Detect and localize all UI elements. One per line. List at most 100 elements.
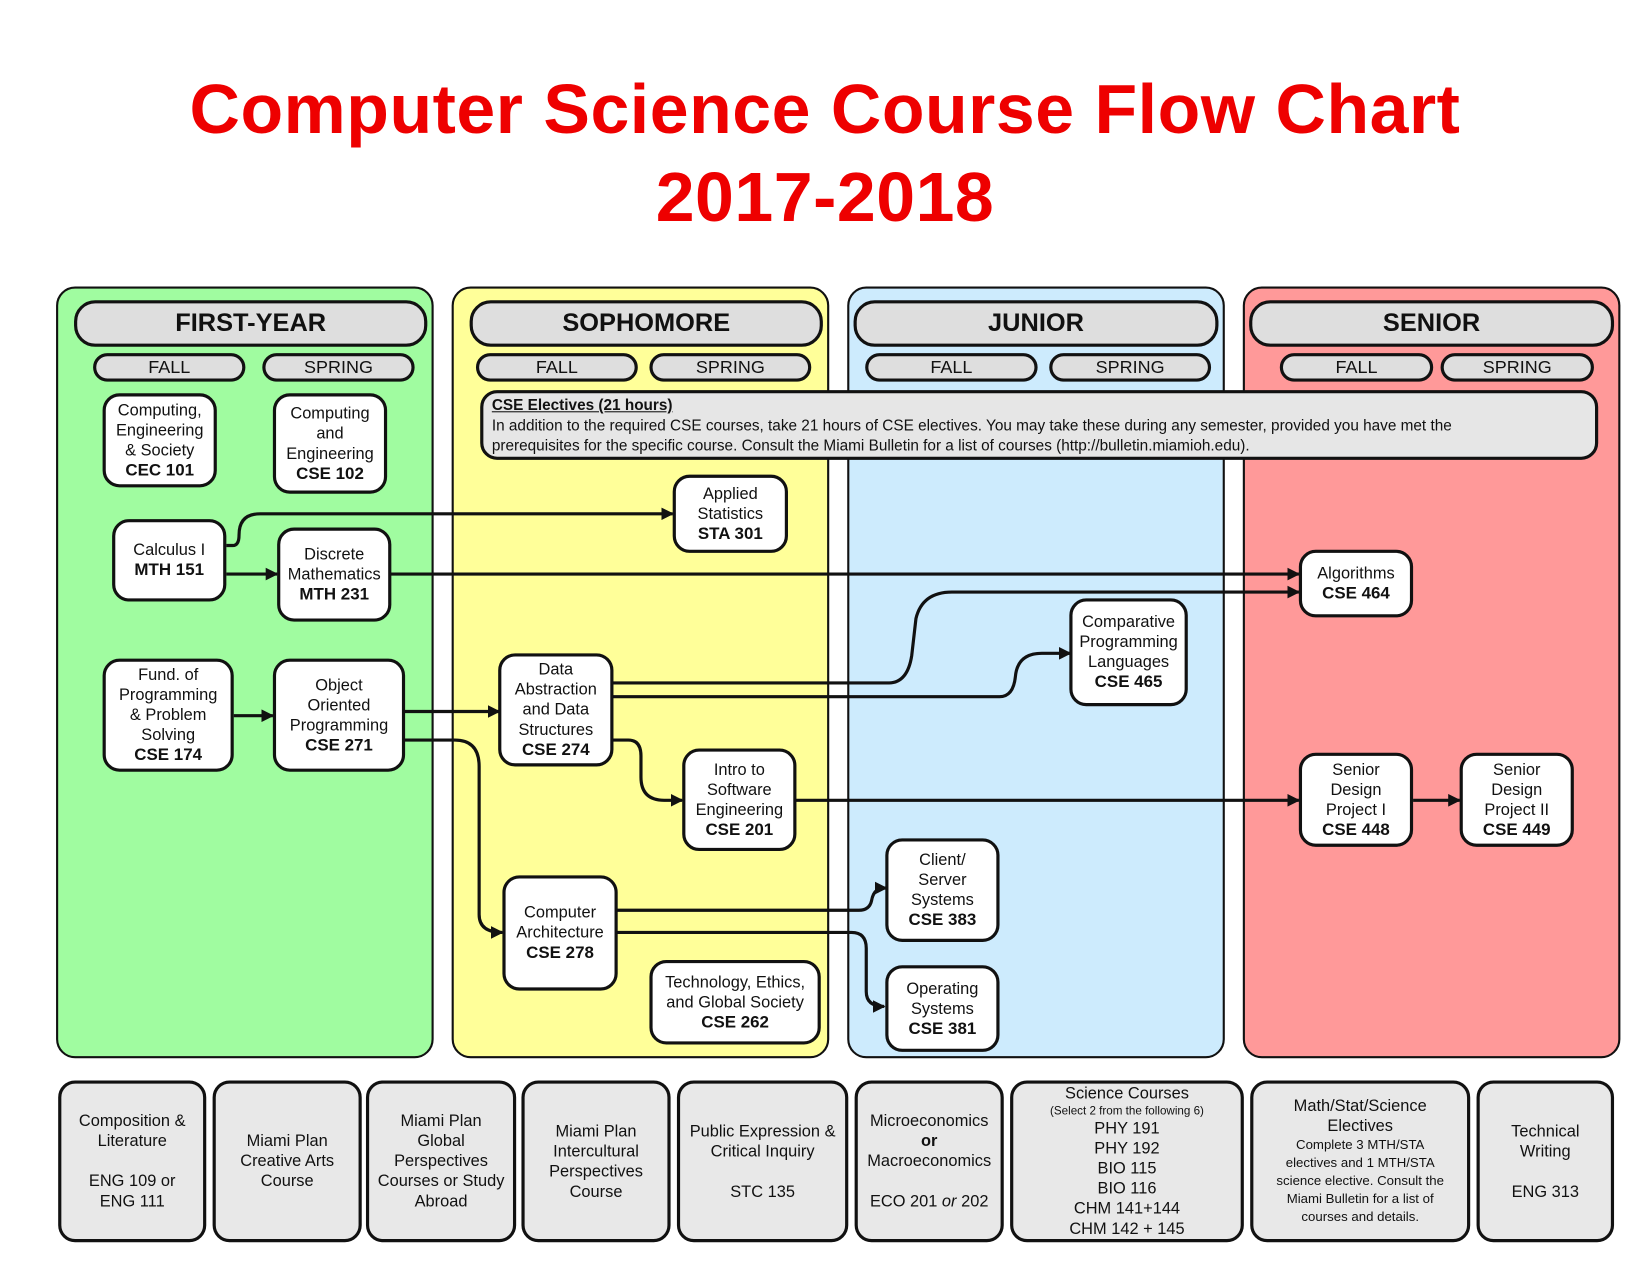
- course-cse-271[interactable]: Object Oriented Programming CSE 271: [272, 658, 406, 772]
- req-title: Science Courses: [1065, 1084, 1189, 1103]
- course-cec-101[interactable]: Computing, Engineering & Society CEC 101: [102, 393, 217, 488]
- req-text: ENG 109 or: [88, 1172, 176, 1191]
- course-cse-174[interactable]: Fund. of Programming & Problem Solving C…: [102, 658, 234, 772]
- req-note: (Select 2 from the following 6): [1050, 1104, 1204, 1118]
- course-name: Applied: [702, 484, 758, 503]
- semester-fall: FALL: [93, 353, 246, 382]
- course-name: Calculus I: [133, 541, 206, 560]
- req-text: Literature: [97, 1132, 167, 1151]
- science-course: BIO 116: [1097, 1179, 1157, 1198]
- req-text: ENG 313: [1511, 1182, 1580, 1201]
- requirement-public-expression[interactable]: Public Expression & Critical Inquiry STC…: [676, 1080, 849, 1243]
- course-cse-448[interactable]: Senior Design Project I CSE 448: [1298, 752, 1414, 847]
- course-name: Senior: [1332, 760, 1380, 779]
- course-name: & Problem: [129, 706, 207, 725]
- course-code: CSE 274: [521, 741, 590, 760]
- req-title: Math/Stat/Science: [1293, 1097, 1427, 1116]
- requirement-technical-writing[interactable]: Technical Writing ENG 313: [1476, 1080, 1615, 1243]
- year-header-first-year: FIRST-YEAR: [74, 300, 428, 347]
- course-cse-465[interactable]: Comparative Programming Languages CSE 46…: [1069, 598, 1188, 707]
- electives-text-line: In addition to the required CSE courses,…: [491, 417, 1452, 435]
- req-text: electives and 1 MTH/STA: [1285, 1155, 1435, 1171]
- req-text: Course: [569, 1182, 623, 1201]
- course-name: Senior: [1493, 760, 1541, 779]
- course-cse-201[interactable]: Intro to Software Engineering CSE 201: [682, 748, 797, 852]
- req-text: Miami Plan: [555, 1122, 637, 1141]
- course-name: Architecture: [516, 923, 604, 942]
- flow-chart: Computer Science Course Flow Chart 2017-…: [0, 0, 1650, 1275]
- course-cse-381[interactable]: Operating Systems CSE 381: [885, 965, 1000, 1052]
- course-code: CEC 101: [125, 461, 195, 480]
- course-name: Computing,: [117, 401, 202, 420]
- requirement-composition[interactable]: Composition & Literature ENG 109 or ENG …: [58, 1080, 207, 1243]
- course-name: & Society: [125, 441, 195, 460]
- course-name: Design: [1491, 780, 1543, 799]
- course-name: Structures: [518, 721, 594, 739]
- semester-fall: FALL: [475, 353, 638, 382]
- course-cse-449[interactable]: Senior Design Project II CSE 449: [1459, 752, 1574, 847]
- electives-heading: CSE Electives (21 hours): [491, 397, 673, 415]
- chart-title: Computer Science Course Flow Chart: [189, 69, 1461, 149]
- req-code-or: or: [941, 1192, 957, 1211]
- requirement-math-stat-science-electives[interactable]: Math/Stat/Science Electives Complete 3 M…: [1250, 1080, 1471, 1243]
- course-name: Engineering: [695, 800, 784, 819]
- req-text: STC 135: [730, 1182, 795, 1201]
- course-name: and Global Society: [666, 993, 804, 1012]
- req-text: ECO 201 or 202: [870, 1191, 988, 1211]
- course-cse-102[interactable]: Computing and Engineering CSE 102: [272, 393, 388, 494]
- course-code: CSE 449: [1482, 820, 1551, 839]
- cse-electives-note: CSE Electives (21 hours) In addition to …: [480, 390, 1599, 460]
- req-text: Global: [417, 1132, 465, 1151]
- course-sta-301[interactable]: Applied Statistics STA 301: [672, 474, 788, 553]
- req-text: science elective. Consult the: [1276, 1173, 1444, 1189]
- course-mth-151[interactable]: Calculus I MTH 151: [112, 519, 227, 602]
- requirement-economics[interactable]: Microeconomics or Macroeconomics ECO 201…: [854, 1080, 1004, 1243]
- req-text: Perspectives: [394, 1152, 488, 1171]
- semester-fall: FALL: [1279, 353, 1434, 382]
- science-course: CHM 142 + 145: [1069, 1220, 1185, 1238]
- course-name: Programming: [118, 686, 218, 705]
- requirement-science-courses[interactable]: Science Courses (Select 2 from the follo…: [1010, 1080, 1244, 1243]
- science-course: PHY 192: [1094, 1139, 1160, 1158]
- req-text: Course: [260, 1172, 314, 1191]
- requirement-creative-arts[interactable]: Miami Plan Creative Arts Course: [212, 1080, 362, 1243]
- req-text: Complete 3 MTH/STA: [1296, 1137, 1425, 1153]
- course-name: Operating: [906, 979, 979, 998]
- course-code: CSE 465: [1094, 673, 1163, 692]
- course-name: Mathematics: [287, 565, 381, 584]
- course-code: CSE 174: [134, 746, 203, 765]
- course-cse-278[interactable]: Computer Architecture CSE 278: [502, 875, 618, 991]
- semester-spring: SPRING: [649, 353, 812, 382]
- course-code: MTH 231: [299, 585, 370, 604]
- course-cse-464[interactable]: Algorithms CSE 464: [1298, 549, 1414, 618]
- course-name: Computing: [290, 404, 370, 423]
- req-text: Miami Plan: [246, 1132, 328, 1151]
- requirement-global-perspectives[interactable]: Miami Plan Global Perspectives Courses o…: [365, 1080, 517, 1243]
- req-text: Critical Inquiry: [710, 1142, 815, 1161]
- course-name: Systems: [910, 891, 974, 910]
- course-cse-262[interactable]: Technology, Ethics, and Global Society C…: [649, 959, 821, 1045]
- course-code: CSE 271: [305, 736, 373, 755]
- req-text: Creative Arts: [240, 1152, 335, 1171]
- course-code: CSE 262: [701, 1013, 769, 1032]
- req-text: Intercultural: [553, 1142, 639, 1161]
- science-course: PHY 191: [1094, 1119, 1160, 1138]
- course-name: Programming: [1079, 633, 1178, 652]
- year-header-junior: JUNIOR: [853, 300, 1219, 347]
- req-text: Macroeconomics: [867, 1152, 992, 1171]
- course-name: Software: [706, 780, 772, 799]
- year-header-senior: SENIOR: [1249, 300, 1615, 347]
- science-course: CHM 141+144: [1073, 1199, 1181, 1218]
- req-text: Perspectives: [549, 1162, 643, 1181]
- requirement-intercultural[interactable]: Miami Plan Intercultural Perspectives Co…: [521, 1080, 671, 1243]
- req-text: courses and details.: [1301, 1209, 1420, 1225]
- year-header-sophomore: SOPHOMORE: [469, 300, 823, 347]
- course-cse-274[interactable]: Data Abstraction and Data Structures CSE…: [498, 653, 614, 767]
- science-course: BIO 115: [1097, 1159, 1157, 1178]
- course-mth-231[interactable]: Discrete Mathematics MTH 231: [277, 527, 392, 622]
- semester-fall: FALL: [865, 353, 1038, 382]
- course-name: Solving: [141, 726, 196, 745]
- course-cse-383[interactable]: Client/ Server Systems CSE 383: [885, 838, 1000, 942]
- req-text: ENG 111: [99, 1192, 165, 1211]
- course-code: CSE 383: [908, 911, 977, 930]
